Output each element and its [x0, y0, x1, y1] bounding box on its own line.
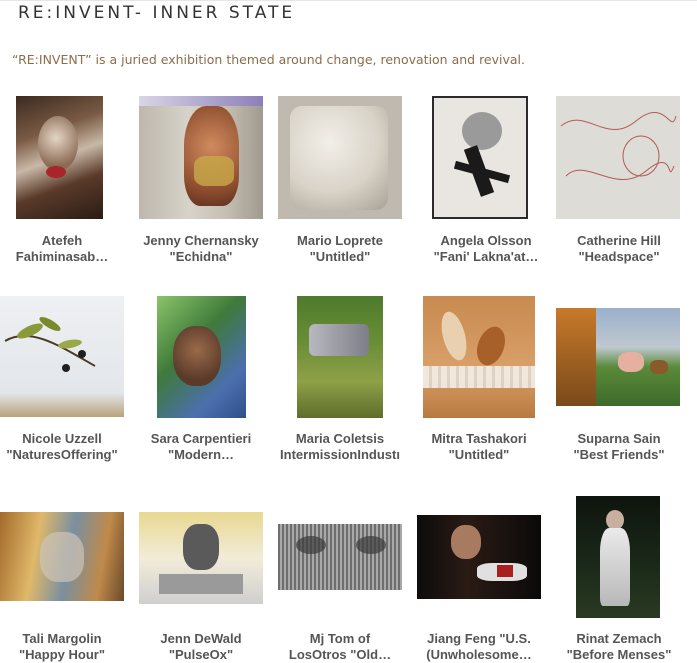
- line-drawing-icon: [560, 112, 677, 180]
- artwork-thumbnail[interactable]: [278, 524, 402, 590]
- artwork-title: Fahiminasab…: [15, 249, 109, 264]
- artist-name: Tali Margolin: [22, 631, 102, 646]
- artwork-thumbnail[interactable]: [417, 515, 541, 599]
- artist-name: Suparna Sain: [577, 431, 661, 446]
- page-subtitle: “RE:INVENT” is a juried exhibition theme…: [12, 52, 526, 67]
- artwork-thumbnail[interactable]: [157, 296, 246, 418]
- artist-name: Jenny Chernansky: [143, 233, 259, 248]
- page-title: RE:INVENT- INNER STATE: [18, 3, 296, 23]
- artwork-thumbnail[interactable]: [297, 296, 383, 418]
- artwork-title: "Headspace": [578, 249, 660, 264]
- artist-name: Angela Olsson: [440, 233, 532, 248]
- artwork-title: "Untitled": [448, 447, 510, 462]
- artwork-title: "Untitled": [309, 249, 371, 264]
- artist-name: Sara Carpentieri: [150, 431, 252, 446]
- top-divider: [0, 0, 697, 1]
- artist-name: Mario Loprete: [297, 233, 383, 248]
- artwork-thumbnail[interactable]: [556, 308, 680, 406]
- artist-name: Atefeh: [41, 233, 83, 248]
- artwork-thumbnail[interactable]: [556, 96, 680, 219]
- artist-name: Jenn DeWald: [160, 631, 242, 646]
- artwork-title: "Echidna": [169, 249, 233, 264]
- artwork-title: "Modern…: [167, 447, 235, 462]
- artwork-title: "Fani' Lakna'at…: [433, 249, 539, 264]
- artwork-thumbnail[interactable]: [432, 96, 528, 219]
- artwork-title: "NaturesOffering": [6, 447, 118, 462]
- artist-name: Mitra Tashakori: [431, 431, 527, 446]
- artwork-thumbnail[interactable]: [278, 96, 402, 219]
- artwork-thumbnail[interactable]: [0, 296, 124, 417]
- artist-name: Rinat Zemach: [576, 631, 662, 646]
- artwork-title: "Best Friends": [573, 447, 665, 462]
- artwork-thumbnail[interactable]: [16, 96, 103, 219]
- artwork-title: IntermissionIndustı: [280, 447, 400, 462]
- artist-name: Maria Coletsis: [295, 431, 385, 446]
- artwork-thumbnail[interactable]: [139, 512, 263, 604]
- artist-name: Catherine Hill: [577, 233, 661, 248]
- artwork-thumbnail[interactable]: [139, 96, 263, 219]
- artwork-thumbnail[interactable]: [0, 512, 124, 601]
- artist-name: Jiang Feng "U.S.: [427, 631, 531, 646]
- branch-icon: [4, 317, 96, 372]
- artwork-thumbnail[interactable]: [423, 296, 535, 418]
- artist-name: Mj Tom of: [309, 631, 371, 646]
- artist-name: Nicole Uzzell: [22, 431, 102, 446]
- artwork-thumbnail[interactable]: [576, 496, 660, 618]
